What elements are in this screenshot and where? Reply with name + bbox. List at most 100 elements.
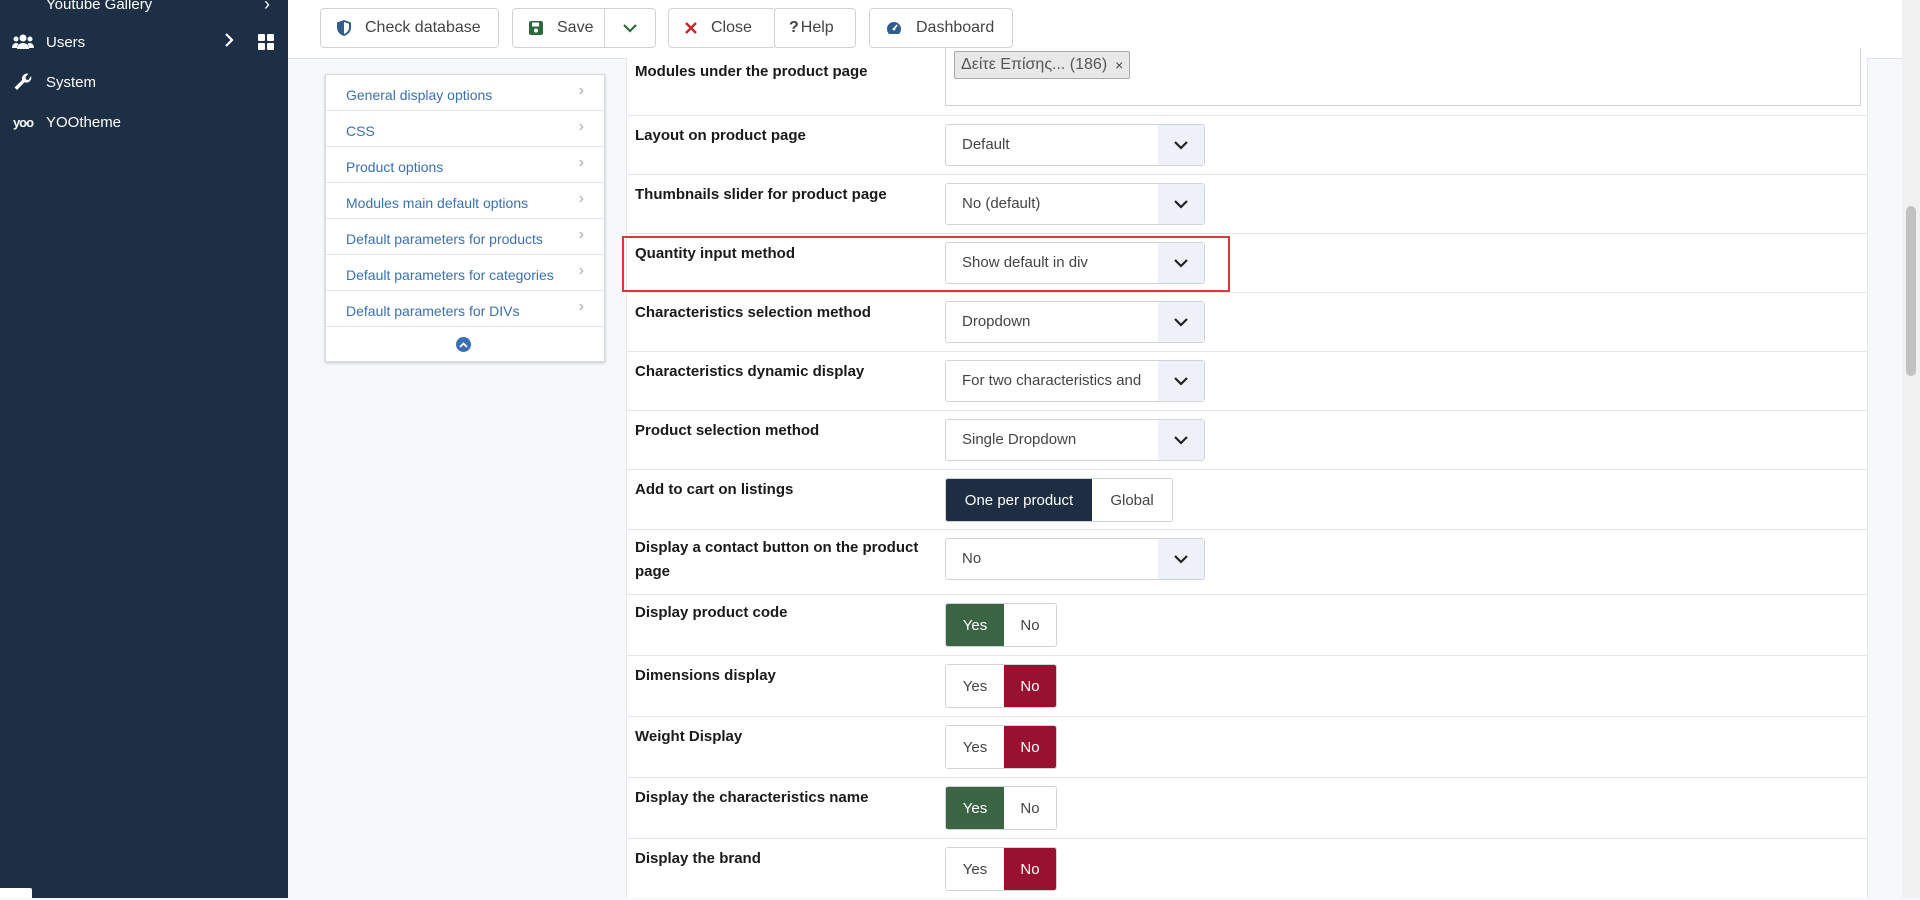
menu-item-label: Default parameters for DIVs — [346, 303, 520, 319]
menu-item-modules-main-default-options[interactable]: Modules main default options › — [326, 183, 604, 219]
save-label: Save — [557, 19, 594, 36]
scrollbar-thumb[interactable] — [1906, 206, 1916, 376]
close-button[interactable]: Close — [668, 8, 777, 48]
no-button[interactable]: No — [1004, 787, 1056, 829]
menu-item-general-display-options[interactable]: General display options › — [326, 75, 604, 111]
sidebar-item-label: System — [46, 73, 97, 91]
chevron-right-icon: › — [578, 190, 584, 207]
yes-button[interactable]: Yes — [946, 787, 1004, 829]
select-value: Dropdown — [962, 313, 1031, 330]
chevron-right-icon: › — [578, 262, 584, 279]
sidebar-item-users[interactable]: Users — [0, 25, 288, 59]
chevron-down-icon — [1158, 302, 1204, 342]
modules-tag-input[interactable]: Δείτε Επίσης... (186) × — [945, 48, 1861, 106]
speedometer-icon — [886, 21, 902, 35]
characteristics-selection-select[interactable]: Dropdown — [945, 301, 1205, 343]
yes-button[interactable]: Yes — [946, 726, 1004, 768]
field-label: Thumbnails slider for product page — [635, 186, 887, 203]
no-button[interactable]: No — [1004, 665, 1056, 707]
no-button[interactable]: No — [1004, 726, 1056, 768]
question-icon: ? — [789, 19, 799, 36]
chevron-right-icon[interactable] — [224, 32, 234, 53]
field-label: Display product code — [635, 604, 788, 621]
sidebar-item-youtube-gallery[interactable]: Youtube Gallery › — [0, 0, 288, 21]
menu-item-label: Product options — [346, 159, 444, 175]
yes-button[interactable]: Yes — [946, 665, 1004, 707]
form-row-thumbnails-slider: Thumbnails slider for product page No (d… — [627, 175, 1867, 234]
global-button[interactable]: Global — [1092, 479, 1172, 521]
chevron-down-icon — [1158, 361, 1204, 401]
help-button[interactable]: ? Help — [774, 8, 856, 48]
chevron-right-icon: › — [578, 118, 584, 135]
add-to-cart-toggle: One per product Global — [945, 478, 1173, 522]
dashboard-grid-icon[interactable] — [258, 34, 274, 50]
dimensions-toggle: Yes No — [945, 664, 1057, 708]
page-scrollbar[interactable] — [1902, 0, 1920, 898]
select-value: No (default) — [962, 195, 1041, 212]
menu-item-css[interactable]: CSS › — [326, 111, 604, 147]
form-row-characteristics-name: Display the characteristics name Yes No — [627, 778, 1867, 839]
field-label: Weight Display — [635, 728, 743, 745]
form-row-brand: Display the brand Yes No — [627, 839, 1867, 900]
menu-item-default-parameters-categories[interactable]: Default parameters for categories › — [326, 255, 604, 291]
one-per-product-button[interactable]: One per product — [946, 479, 1092, 521]
sidebar-item-label: Youtube Gallery — [46, 0, 153, 13]
dashboard-label: Dashboard — [916, 19, 995, 36]
select-value: Default — [962, 136, 1010, 153]
yes-button[interactable]: Yes — [946, 848, 1004, 890]
field-label: Display the characteristics name — [635, 789, 869, 806]
tag-remove-icon[interactable]: × — [1115, 57, 1123, 73]
chevron-down-icon — [1158, 125, 1204, 165]
chevron-down-icon — [1158, 184, 1204, 224]
chevron-right-icon: › — [578, 298, 584, 315]
save-button[interactable]: Save — [512, 8, 656, 48]
field-label: Product selection method — [635, 422, 820, 439]
product-selection-select[interactable]: Single Dropdown — [945, 419, 1205, 461]
close-label: Close — [711, 19, 752, 36]
save-dropdown-toggle[interactable] — [604, 9, 655, 47]
sidebar-item-label: Users — [46, 33, 86, 51]
wrench-icon — [12, 71, 34, 93]
select-value: Single Dropdown — [962, 431, 1077, 448]
menu-item-default-parameters-products[interactable]: Default parameters for products › — [326, 219, 604, 255]
menu-item-product-options[interactable]: Product options › — [326, 147, 604, 183]
weight-toggle: Yes No — [945, 725, 1057, 769]
form-row-contact-button: Display a contact button on the product … — [627, 530, 1867, 595]
check-database-label: Check database — [365, 19, 481, 36]
settings-form: Modules under the product page Δείτε Επί… — [626, 48, 1868, 900]
select-value: For two characteristics and — [962, 372, 1142, 389]
dashboard-button[interactable]: Dashboard — [869, 8, 1013, 48]
field-label: Display a contact button on the product … — [635, 539, 919, 580]
menu-item-label: General display options — [346, 87, 493, 103]
shield-icon — [337, 20, 351, 36]
field-label: Display the brand — [635, 850, 761, 867]
tag-label: Δείτε Επίσης... (186) — [961, 56, 1108, 73]
layout-select[interactable]: Default — [945, 124, 1205, 166]
sidebar: Youtube Gallery › Users System yoo YOOth… — [0, 0, 288, 898]
chevron-up-circle-icon[interactable] — [456, 337, 471, 352]
characteristics-dynamic-select[interactable]: For two characteristics and — [945, 360, 1205, 402]
check-database-button[interactable]: Check database — [320, 8, 499, 48]
no-button[interactable]: No — [1004, 848, 1056, 890]
users-icon — [12, 31, 34, 53]
brand-toggle: Yes No — [945, 847, 1057, 891]
sidebar-footer-icon[interactable] — [0, 888, 32, 898]
save-icon — [529, 21, 543, 35]
menu-item-label: CSS — [346, 123, 375, 139]
chevron-down-icon — [1158, 539, 1204, 579]
form-row-characteristics-dynamic: Characteristics dynamic display For two … — [627, 352, 1867, 411]
menu-item-default-parameters-divs[interactable]: Default parameters for DIVs › — [326, 291, 604, 327]
form-row-product-code: Display product code Yes No — [627, 595, 1867, 656]
contact-button-select[interactable]: No — [945, 538, 1205, 580]
sidebar-item-yootheme[interactable]: yoo YOOtheme — [0, 105, 288, 139]
menu-item-label: Modules main default options — [346, 195, 529, 211]
selected-tag: Δείτε Επίσης... (186) × — [954, 51, 1131, 79]
yes-button[interactable]: Yes — [946, 604, 1004, 646]
menu-item-label: Default parameters for categories — [346, 267, 554, 283]
field-label: Characteristics selection method — [635, 304, 871, 321]
sidebar-item-system[interactable]: System — [0, 65, 288, 99]
help-label: Help — [800, 19, 834, 36]
form-row-modules-under-product: Modules under the product page Δείτε Επί… — [627, 48, 1867, 116]
thumbnails-slider-select[interactable]: No (default) — [945, 183, 1205, 225]
no-button[interactable]: No — [1004, 604, 1056, 646]
